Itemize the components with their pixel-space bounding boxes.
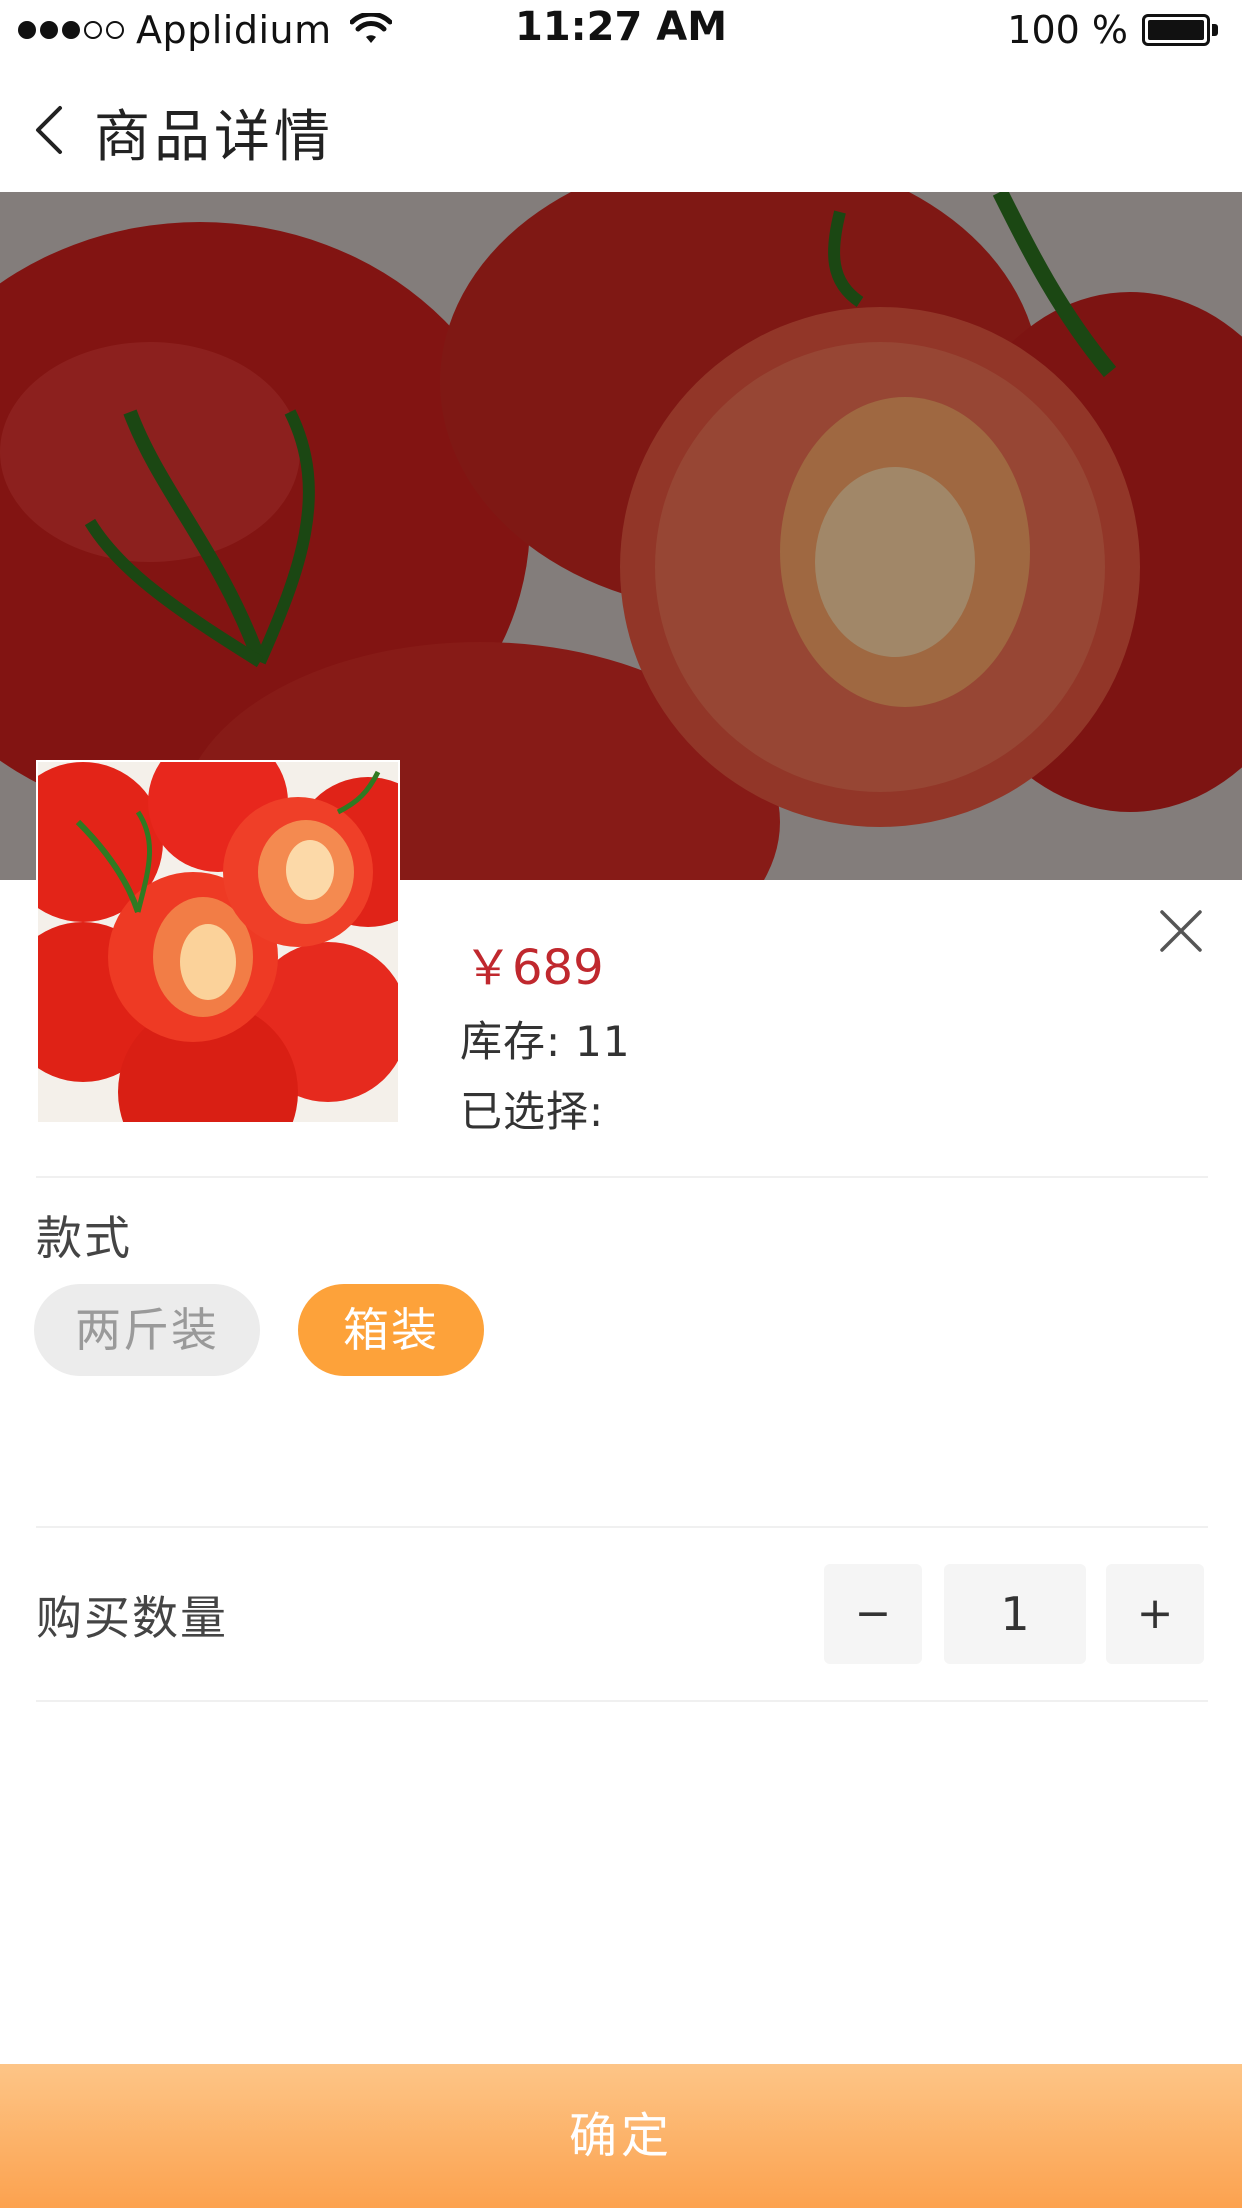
divider: [36, 1700, 1208, 1702]
quantity-value[interactable]: 1: [944, 1564, 1086, 1664]
quantity-decrease-button[interactable]: −: [824, 1564, 922, 1664]
quantity-label: 购买数量: [36, 1591, 228, 1645]
divider: [36, 1526, 1208, 1528]
close-icon[interactable]: [1158, 908, 1204, 954]
page-title: 商品详情: [94, 105, 334, 170]
quantity-increase-button[interactable]: +: [1106, 1564, 1204, 1664]
selected-info: 已选择:: [460, 1087, 605, 1136]
stock-value: 11: [575, 1017, 631, 1066]
product-price: ￥689: [464, 940, 604, 996]
confirm-button[interactable]: 确定: [0, 2064, 1242, 2208]
status-right: 100 %: [1007, 6, 1218, 54]
style-option-two-jin[interactable]: 两斤装: [34, 1284, 260, 1376]
style-option-box[interactable]: 箱装: [298, 1284, 484, 1376]
chevron-left-icon[interactable]: [30, 100, 70, 160]
status-bar: Applidium 11:27 AM 100 %: [0, 0, 1242, 60]
style-section-label: 款式: [36, 1211, 132, 1265]
product-thumbnail: [36, 760, 400, 1124]
navigation-bar: 商品详情: [0, 60, 1242, 192]
battery-percentage: 100 %: [1007, 8, 1128, 52]
divider: [36, 1176, 1208, 1178]
battery-icon: [1142, 14, 1218, 46]
stock-info: 库存: 11: [460, 1008, 631, 1069]
stock-label: 库存:: [460, 1017, 562, 1066]
